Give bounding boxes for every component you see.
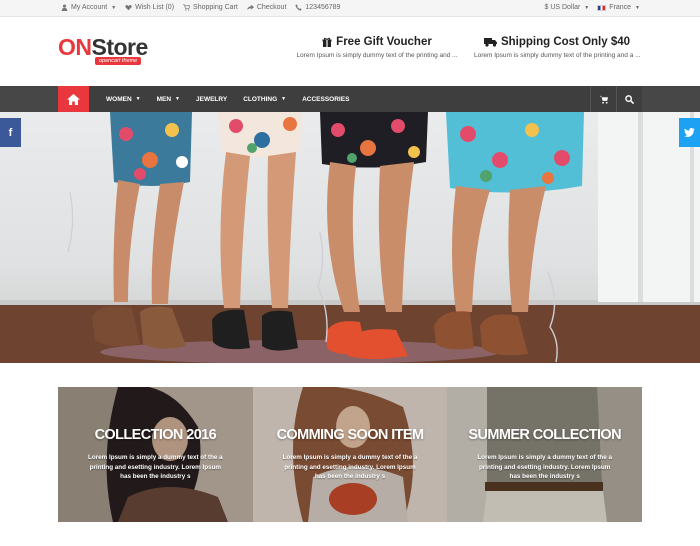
chevron-down-icon: ▼ xyxy=(175,96,180,102)
flag-icon xyxy=(597,4,607,11)
top-links: My Account ▼ Wish List (0) Shopping Cart… xyxy=(61,4,340,11)
menu-label: CLOTHING xyxy=(243,95,278,103)
store-logo[interactable]: ONStore opencart theme xyxy=(58,35,148,65)
phone-icon xyxy=(295,4,303,11)
cart-icon xyxy=(183,4,191,11)
nav-actions xyxy=(590,86,642,112)
promo-shipping: Shipping Cost Only $40 Lorem Ipsum is si… xyxy=(474,36,641,59)
menu-item-jewelry[interactable]: JEWELRY xyxy=(188,96,235,103)
facebook-icon: f xyxy=(8,126,13,139)
top-bar: My Account ▼ Wish List (0) Shopping Cart… xyxy=(0,0,700,17)
collection-description: Lorem Ipsum is simply a dummy text of th… xyxy=(87,454,223,480)
language-label: France xyxy=(609,4,632,11)
twitter-share-button[interactable] xyxy=(679,118,700,147)
checkout-label: Checkout xyxy=(256,4,287,11)
chevron-down-icon: ▼ xyxy=(584,4,590,11)
collection-banner-summer[interactable]: SUMMER COLLECTION Lorem Ipsum is simply … xyxy=(447,387,643,522)
collection-description: Lorem Ipsum is simply a dummy text of th… xyxy=(282,454,418,480)
menu-item-women[interactable]: WOMEN ▼ xyxy=(98,96,149,103)
site-header: ONStore opencart theme Free Gift Voucher… xyxy=(0,17,700,86)
promo-gift-voucher: Free Gift Voucher Lorem Ipsum is simply … xyxy=(289,36,465,59)
main-nav: WOMEN ▼ MEN ▼ JEWELRY CLOTHING ▼ ACCESSORIE… xyxy=(0,86,700,112)
collection-banner-2016[interactable]: COLLECTION 2016 Lorem Ipsum is simply a … xyxy=(58,387,253,522)
cart-icon xyxy=(599,95,608,104)
promo-subtitle: Lorem Ipsum is simply dummy text of the … xyxy=(296,52,458,59)
my-account-link[interactable]: My Account ▼ xyxy=(61,4,116,11)
language-selector[interactable]: France ▼ xyxy=(597,4,640,11)
search-button[interactable] xyxy=(616,86,642,112)
logo-wordmark: ONStore xyxy=(58,35,148,59)
promo-title-text: Free Gift Voucher xyxy=(336,36,432,48)
chevron-down-icon: ▼ xyxy=(111,4,117,11)
wishlist-label: Wish List (0) xyxy=(135,4,175,11)
menu-item-accessories[interactable]: ACCESSORIES xyxy=(294,96,357,103)
menu-label: JEWELRY xyxy=(196,95,228,103)
logo-on: ON xyxy=(58,34,92,60)
collection-banners: COLLECTION 2016 Lorem Ipsum is simply a … xyxy=(58,387,643,522)
promo-title: Free Gift Voucher xyxy=(289,36,465,48)
hero-image xyxy=(0,112,700,363)
chevron-down-icon: ▼ xyxy=(635,4,640,11)
home-icon xyxy=(67,93,80,105)
nav-bar: WOMEN ▼ MEN ▼ JEWELRY CLOTHING ▼ ACCESSORIE… xyxy=(58,86,642,112)
collection-title: COLLECTION 2016 xyxy=(94,427,217,443)
home-button[interactable] xyxy=(58,86,89,112)
my-account-label: My Account xyxy=(71,4,108,11)
menu-item-men[interactable]: MEN ▼ xyxy=(149,96,188,103)
collection-title: SUMMER COLLECTION xyxy=(468,427,621,443)
menu-label: WOMEN xyxy=(106,95,132,103)
shopping-cart-link[interactable]: Shopping Cart xyxy=(183,4,238,11)
phone-info: 123456789 xyxy=(295,4,340,11)
menu-item-clothing[interactable]: CLOTHING ▼ xyxy=(235,96,294,103)
hero-banner[interactable] xyxy=(0,112,700,363)
collection-banner-coming-soon[interactable]: COMMING SOON ITEM Lorem Ipsum is simply … xyxy=(252,387,448,522)
promo-title-text: Shipping Cost Only $40 xyxy=(500,36,631,48)
facebook-share-button[interactable]: f xyxy=(0,118,21,147)
gift-icon xyxy=(322,37,332,47)
chevron-down-icon: ▼ xyxy=(135,96,141,102)
promo-title: Shipping Cost Only $40 xyxy=(474,36,640,48)
cart-button[interactable] xyxy=(590,86,616,112)
share-arrow-icon xyxy=(246,4,254,11)
promo-subtitle: Lorem Ipsum is simply dummy text of the … xyxy=(474,52,641,59)
top-settings: $ US Dollar ▼ France ▼ xyxy=(545,4,641,11)
checkout-link[interactable]: Checkout xyxy=(246,4,287,11)
currency-label: $ US Dollar xyxy=(544,4,581,11)
user-icon xyxy=(61,4,68,11)
collection-title: COMMING SOON ITEM xyxy=(276,427,424,443)
menu-label: ACCESSORIES xyxy=(302,95,350,103)
menu: WOMEN ▼ MEN ▼ JEWELRY CLOTHING ▼ ACCESSORIE… xyxy=(98,86,357,112)
phone-number: 123456789 xyxy=(305,4,341,11)
menu-label: MEN xyxy=(156,95,172,103)
currency-selector[interactable]: $ US Dollar ▼ xyxy=(545,4,590,11)
logo-tagline: opencart theme xyxy=(95,57,142,65)
collection-description: Lorem Ipsum is simply a dummy text of th… xyxy=(477,454,613,480)
wishlist-link[interactable]: Wish List (0) xyxy=(125,4,174,11)
chevron-down-icon: ▼ xyxy=(281,96,287,102)
search-icon xyxy=(625,94,634,104)
twitter-icon xyxy=(684,128,695,137)
shopping-cart-label: Shopping Cart xyxy=(193,4,238,11)
heart-icon xyxy=(125,5,132,11)
truck-icon xyxy=(483,38,497,47)
